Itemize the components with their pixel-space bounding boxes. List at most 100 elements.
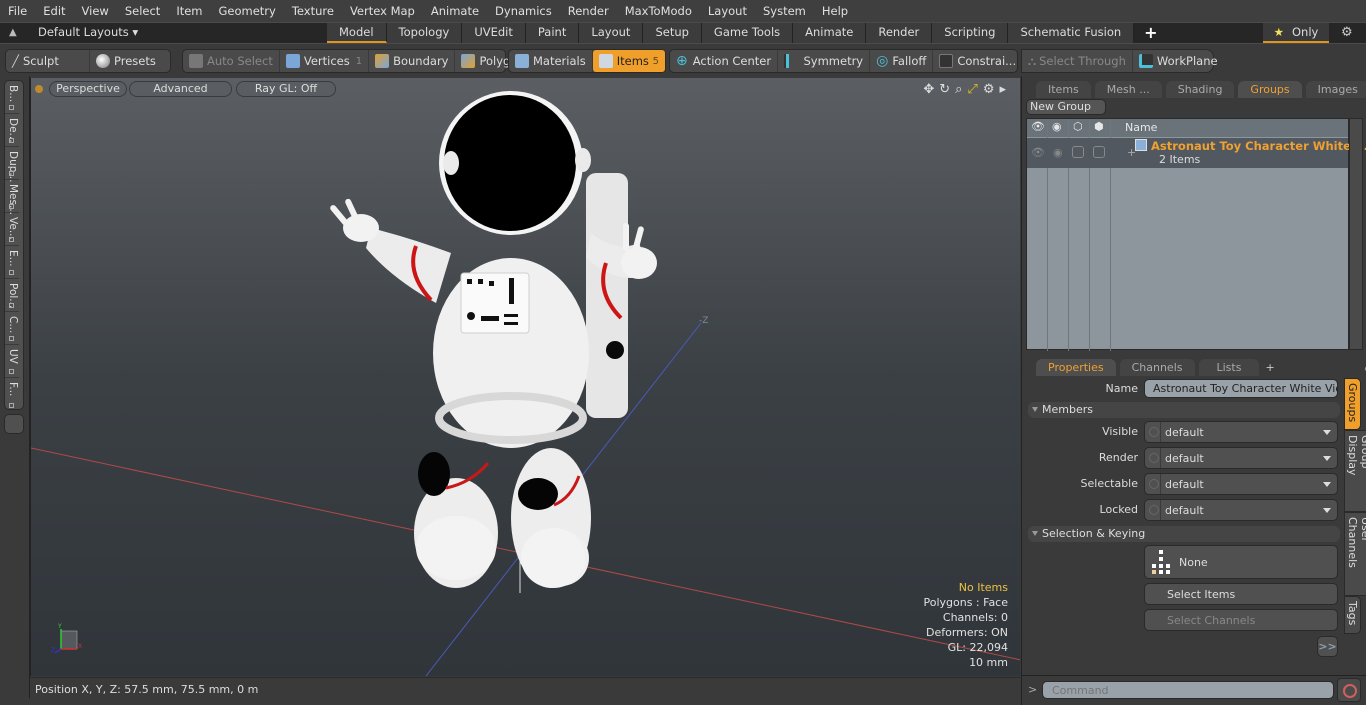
left-tab-polygon[interactable]: Pol... bbox=[5, 279, 19, 312]
groups-list-scrollbar[interactable] bbox=[1349, 118, 1363, 350]
tab-animate[interactable]: Animate bbox=[793, 23, 867, 43]
menu-animate[interactable]: Animate bbox=[423, 4, 487, 18]
tab-mesh[interactable]: Mesh ... bbox=[1094, 81, 1162, 98]
render-dropdown[interactable]: default bbox=[1144, 447, 1338, 469]
select-channels-button[interactable]: Select Channels bbox=[1144, 609, 1338, 631]
viewport-gear-icon[interactable]: ⚙ bbox=[983, 82, 995, 97]
menu-select[interactable]: Select bbox=[117, 4, 168, 18]
select-items-button[interactable]: Select Items bbox=[1144, 583, 1338, 605]
row-selectable-box[interactable] bbox=[1072, 146, 1084, 158]
visible-dropdown[interactable]: default bbox=[1144, 421, 1338, 443]
tab-properties[interactable]: Properties bbox=[1036, 359, 1116, 376]
collapse-arrow-icon[interactable]: ▲ bbox=[9, 27, 21, 39]
menu-help[interactable]: Help bbox=[814, 4, 856, 18]
left-tab-edge[interactable]: E... bbox=[5, 246, 19, 279]
left-tab-fusion[interactable]: F... bbox=[5, 378, 19, 411]
tab-images[interactable]: Images bbox=[1305, 81, 1366, 98]
tab-items[interactable]: Items bbox=[1036, 81, 1091, 98]
vertices-button[interactable]: Vertices 1 bbox=[280, 50, 370, 72]
selectable-dropdown[interactable]: default bbox=[1144, 473, 1338, 495]
left-tab-uv[interactable]: UV bbox=[5, 345, 19, 378]
command-input[interactable] bbox=[1042, 681, 1334, 699]
auto-select-button[interactable]: Auto Select bbox=[183, 50, 280, 72]
menu-file[interactable]: File bbox=[0, 4, 35, 18]
maximize-view-icon[interactable]: ⤢ bbox=[967, 82, 977, 97]
tab-scripting[interactable]: Scripting bbox=[932, 23, 1009, 43]
gear-icon[interactable]: ⚙ bbox=[1341, 25, 1353, 40]
selectable-cube-icon[interactable]: ⬡ bbox=[1073, 120, 1083, 133]
tab-model[interactable]: Model bbox=[327, 23, 387, 43]
tab-paint[interactable]: Paint bbox=[525, 23, 580, 43]
zoom-view-icon[interactable]: ⌕ bbox=[955, 82, 962, 97]
sculpt-button[interactable]: ╱ Sculpt bbox=[6, 50, 90, 72]
menu-maxtomodo[interactable]: MaxToModo bbox=[617, 4, 700, 18]
menu-system[interactable]: System bbox=[755, 4, 814, 18]
row-render-icon[interactable]: ◉ bbox=[1053, 146, 1063, 159]
group-row[interactable]: 👁 ◉ + Astronaut Toy Character White ... … bbox=[1027, 138, 1366, 168]
tab-channels[interactable]: Channels bbox=[1119, 359, 1195, 376]
view-mode-button[interactable]: Perspective bbox=[49, 81, 127, 97]
menu-texture[interactable]: Texture bbox=[284, 4, 342, 18]
tab-schematic-fusion[interactable]: Schematic Fusion bbox=[1008, 23, 1135, 43]
none-hierarchy-button[interactable]: None bbox=[1144, 545, 1338, 579]
locked-dropdown[interactable]: default bbox=[1144, 499, 1338, 521]
shading-button[interactable]: Advanced bbox=[129, 81, 232, 97]
tab-game-tools[interactable]: Game Tools bbox=[701, 23, 794, 43]
side-tab-group-display[interactable]: Group Display bbox=[1344, 430, 1366, 512]
falloff-button[interactable]: ◎ Falloff bbox=[870, 50, 934, 72]
add-properties-tab-icon[interactable]: + bbox=[1265, 361, 1274, 374]
symmetry-button[interactable]: Symmetry bbox=[778, 50, 871, 72]
tab-groups[interactable]: Groups bbox=[1238, 81, 1302, 98]
menu-layout[interactable]: Layout bbox=[700, 4, 755, 18]
tab-layout[interactable]: Layout bbox=[579, 23, 644, 43]
locked-cube-icon[interactable]: ⬢ bbox=[1094, 120, 1104, 133]
members-section[interactable]: Members bbox=[1028, 402, 1340, 418]
menu-dynamics[interactable]: Dynamics bbox=[487, 4, 560, 18]
select-through-button[interactable]: ⛬ Select Through bbox=[1022, 50, 1133, 72]
name-column-header[interactable]: Name bbox=[1125, 121, 1157, 134]
raygl-button[interactable]: Ray GL: Off bbox=[236, 81, 336, 97]
viewport-menu-dot[interactable] bbox=[35, 85, 43, 93]
tab-uvedit[interactable]: UVEdit bbox=[462, 23, 526, 43]
constraints-button[interactable]: Constrai... bbox=[933, 50, 1022, 72]
left-tab-deform[interactable]: De... bbox=[5, 114, 19, 147]
visibility-eye-icon[interactable]: 👁 bbox=[1031, 120, 1045, 133]
action-center-button[interactable]: ⊕ Action Center bbox=[670, 50, 779, 72]
only-button[interactable]: ★ Only bbox=[1263, 23, 1329, 43]
row-visibility-icon[interactable]: 👁 bbox=[1031, 146, 1045, 159]
left-tab-basic[interactable]: B... bbox=[5, 81, 19, 114]
new-group-button[interactable]: New Group bbox=[1026, 99, 1106, 115]
side-tab-tags[interactable]: Tags bbox=[1344, 596, 1361, 634]
tab-topology[interactable]: Topology bbox=[386, 23, 463, 43]
selection-keying-section[interactable]: Selection & Keying bbox=[1028, 526, 1340, 542]
left-extra-tab[interactable] bbox=[4, 414, 24, 434]
menu-vertex-map[interactable]: Vertex Map bbox=[342, 4, 423, 18]
boundary-button[interactable]: Boundary bbox=[369, 50, 456, 72]
side-tab-user-channels[interactable]: User Channels bbox=[1344, 512, 1366, 596]
menu-view[interactable]: View bbox=[74, 4, 117, 18]
add-tab-button[interactable]: + bbox=[1134, 23, 1167, 44]
more-button[interactable]: >> bbox=[1317, 636, 1338, 657]
workplane-button[interactable]: WorkPlane bbox=[1133, 50, 1224, 72]
menu-geometry[interactable]: Geometry bbox=[211, 4, 284, 18]
tab-render[interactable]: Render bbox=[866, 23, 933, 43]
left-tab-vertex[interactable]: Ve... bbox=[5, 213, 19, 246]
3d-viewport[interactable]: -Z Perspective Advanced Ray GL: Off ✥ ↻ … bbox=[30, 78, 1020, 676]
items-button[interactable]: Items 5 bbox=[592, 50, 665, 72]
materials-button[interactable]: Materials bbox=[509, 50, 593, 72]
side-tab-groups[interactable]: Groups bbox=[1344, 378, 1361, 430]
move-view-icon[interactable]: ✥ bbox=[923, 82, 934, 97]
tab-setup[interactable]: Setup bbox=[643, 23, 702, 43]
row-locked-box[interactable] bbox=[1093, 146, 1105, 158]
menu-edit[interactable]: Edit bbox=[35, 4, 73, 18]
record-macro-button[interactable] bbox=[1337, 678, 1361, 702]
tab-shading[interactable]: Shading bbox=[1165, 81, 1235, 98]
left-tab-curve[interactable]: C... bbox=[5, 312, 19, 345]
menu-item[interactable]: Item bbox=[168, 4, 210, 18]
default-layouts-dropdown[interactable]: Default Layouts ▾ bbox=[38, 25, 138, 39]
tab-lists[interactable]: Lists bbox=[1198, 359, 1260, 376]
render-camera-icon[interactable]: ◉ bbox=[1052, 120, 1062, 133]
presets-button[interactable]: Presets bbox=[90, 50, 162, 72]
left-tab-duplicate[interactable]: Dup... bbox=[5, 147, 19, 182]
rotate-view-icon[interactable]: ↻ bbox=[939, 82, 950, 97]
